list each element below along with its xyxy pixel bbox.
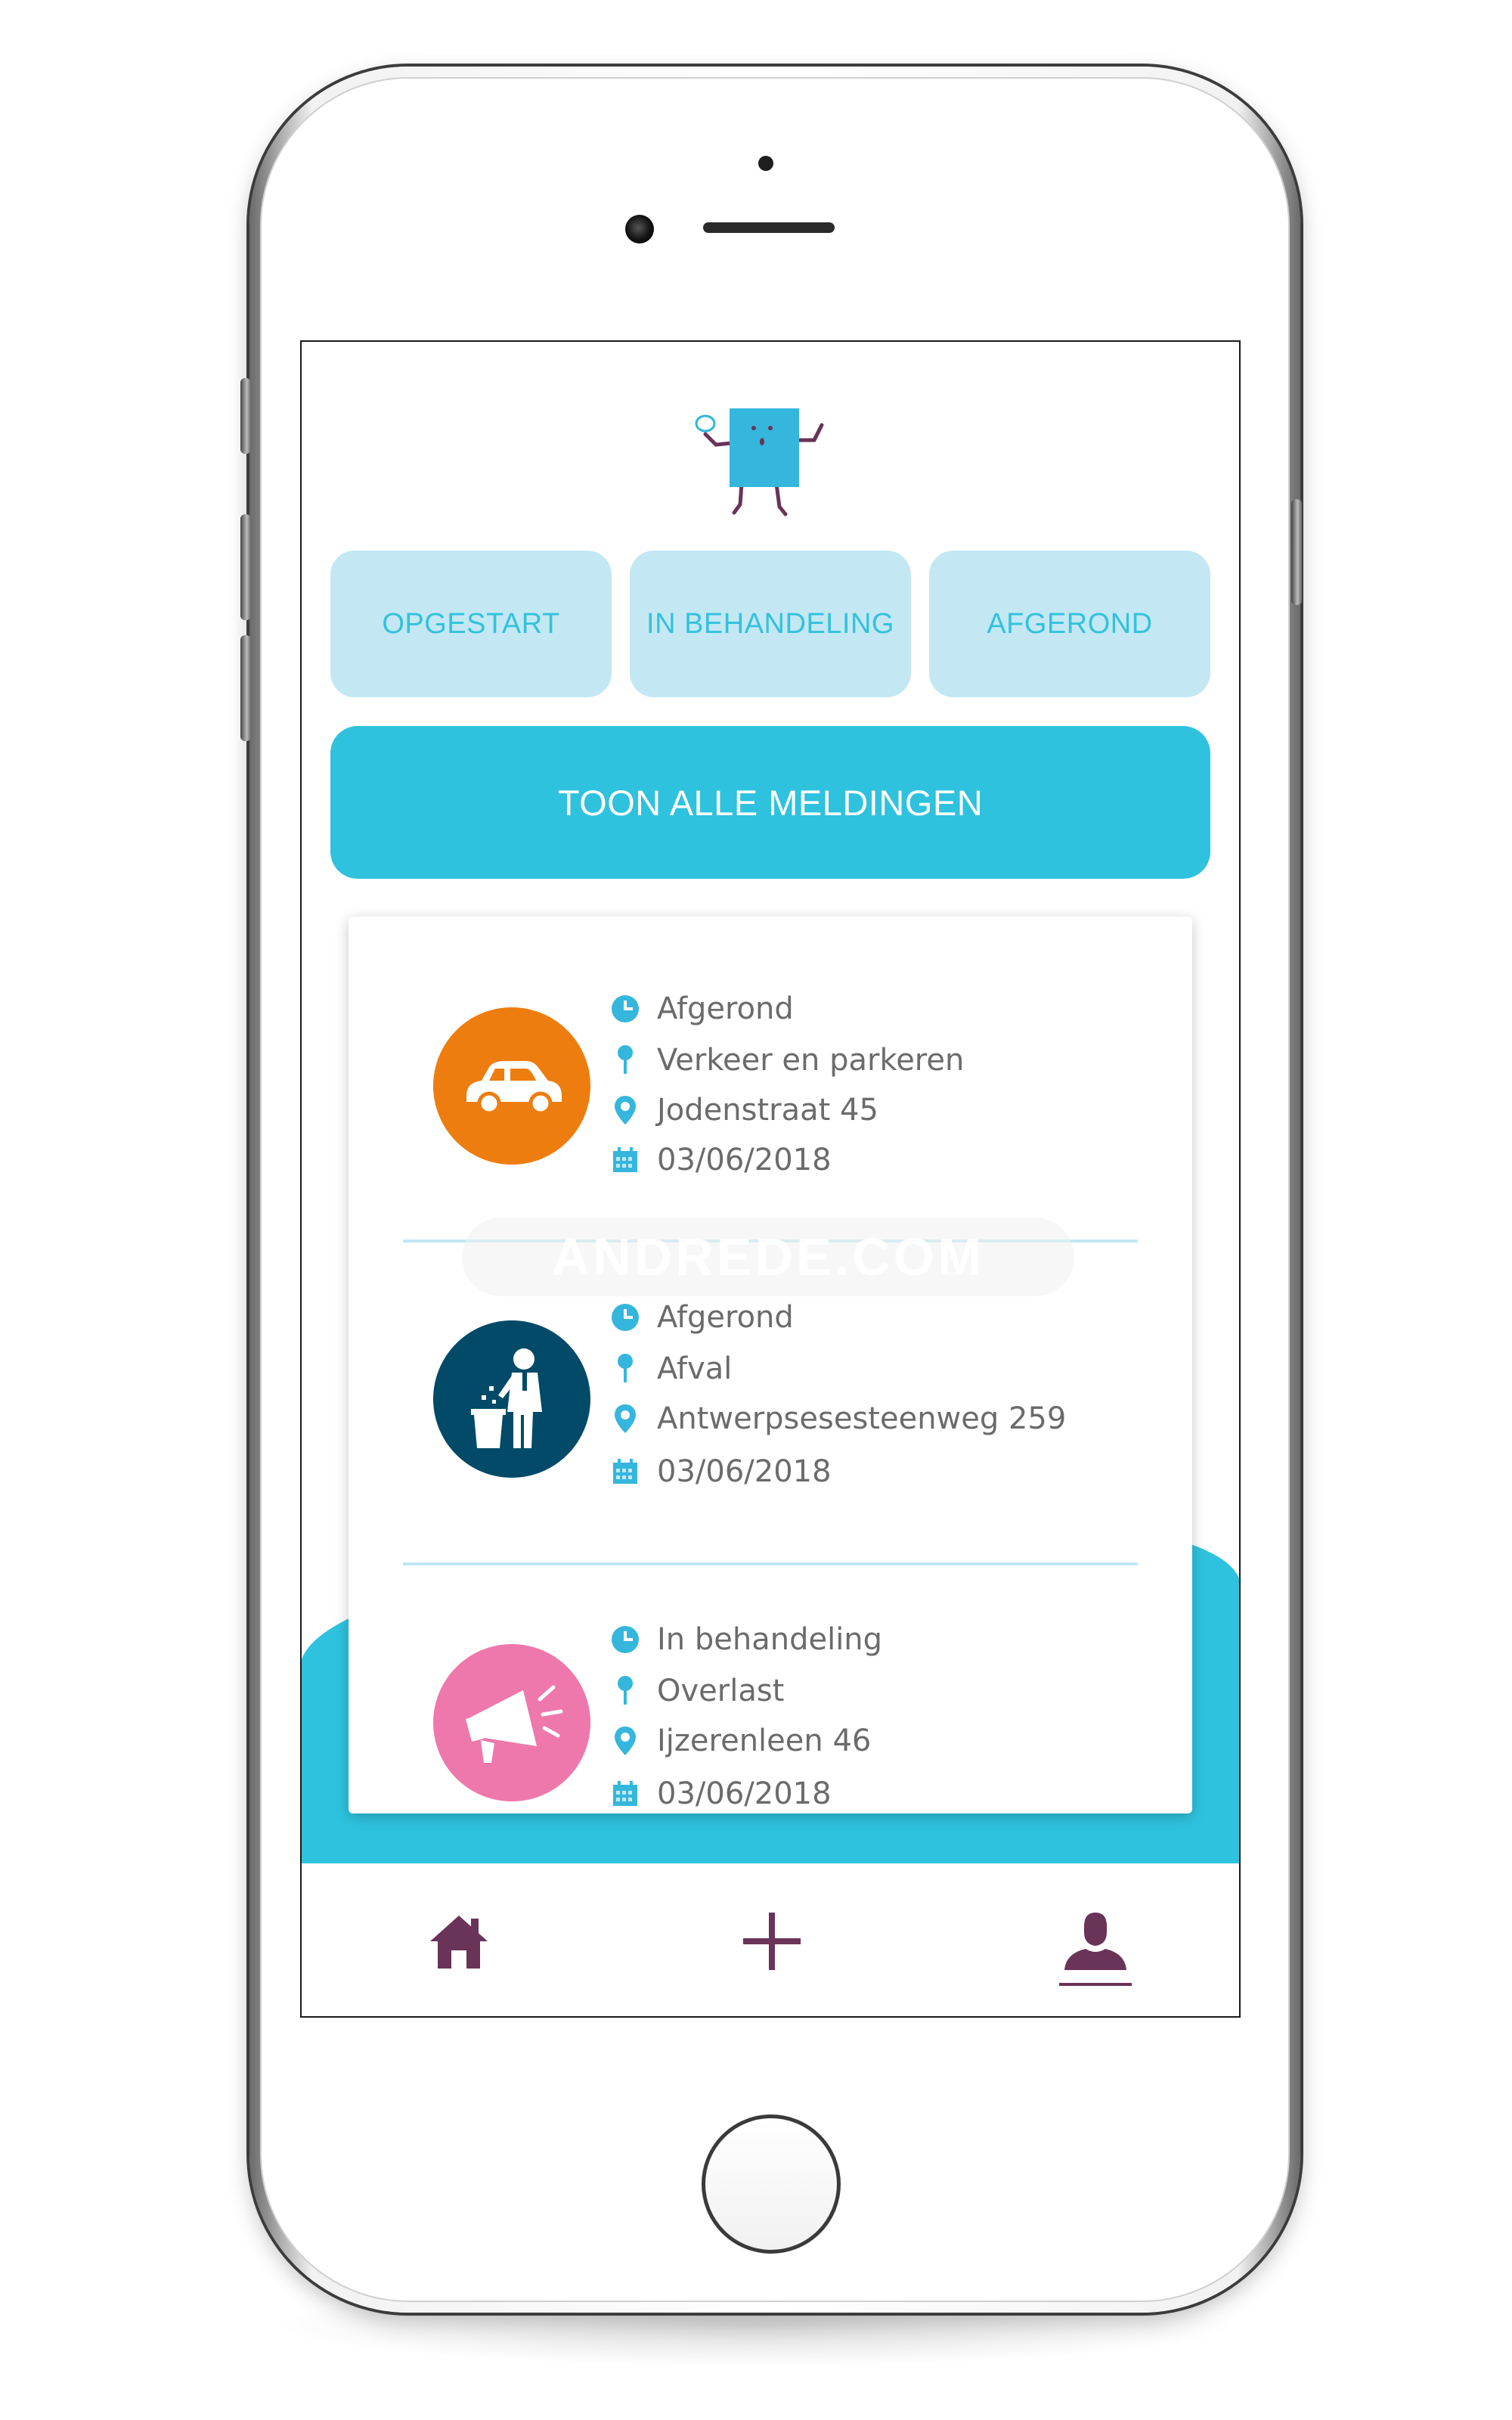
nav-profile-button[interactable] bbox=[1020, 1863, 1171, 2016]
report-category-text: Afval bbox=[657, 1351, 733, 1386]
report-category: Overlast bbox=[610, 1668, 784, 1714]
stage: OPGESTART IN BEHANDELING AFGEROND TOON A… bbox=[0, 0, 1512, 2420]
home-icon bbox=[430, 1916, 488, 1969]
filter-in-behandeling-button[interactable]: IN BEHANDELING bbox=[630, 551, 911, 697]
front-camera bbox=[625, 215, 654, 244]
profile-icon bbox=[1064, 1913, 1126, 1970]
nav-home-button[interactable] bbox=[383, 1863, 534, 2016]
report-item[interactable]: Afgerond Verkeer en parkeren Jodenstraat… bbox=[349, 917, 1192, 1219]
litter-icon bbox=[471, 1348, 542, 1448]
report-status: Afgerond bbox=[610, 986, 794, 1032]
report-status-text: Afgerond bbox=[657, 1300, 794, 1335]
reports-card: Afgerond Verkeer en parkeren Jodenstraat… bbox=[349, 917, 1192, 1813]
report-address-text: Ijzerenleen 46 bbox=[657, 1723, 872, 1758]
report-date: 03/06/2018 bbox=[610, 1449, 832, 1494]
report-status: In behandeling bbox=[610, 1617, 882, 1662]
report-address-text: Jodenstraat 45 bbox=[657, 1093, 878, 1128]
mascot-icon bbox=[695, 408, 824, 517]
pin-icon bbox=[610, 1044, 640, 1077]
report-address-text: Antwerpsesesteenweg 259 bbox=[657, 1401, 1067, 1436]
pin-icon bbox=[610, 1674, 640, 1708]
clock-icon bbox=[610, 992, 640, 1025]
report-category-badge bbox=[433, 1007, 590, 1165]
calendar-icon bbox=[610, 1777, 640, 1810]
report-category-badge bbox=[433, 1644, 590, 1801]
report-address: Ijzerenleen 46 bbox=[610, 1718, 871, 1764]
calendar-icon bbox=[610, 1455, 640, 1488]
phone-home-button[interactable] bbox=[702, 2114, 841, 2254]
location-marker-icon bbox=[610, 1094, 640, 1127]
megaphone-icon bbox=[466, 1685, 563, 1763]
volume-down-button bbox=[240, 635, 251, 741]
report-address: Jodenstraat 45 bbox=[610, 1087, 878, 1133]
report-category: Verkeer en parkeren bbox=[610, 1038, 964, 1083]
clock-icon bbox=[610, 1301, 640, 1334]
nav-add-report-button[interactable] bbox=[696, 1863, 847, 2016]
calendar-icon bbox=[610, 1143, 640, 1177]
show-all-reports-button[interactable]: TOON ALLE MELDINGEN bbox=[330, 726, 1210, 879]
status-filter-row: OPGESTART IN BEHANDELING AFGEROND bbox=[330, 551, 1210, 697]
app-screen: OPGESTART IN BEHANDELING AFGEROND TOON A… bbox=[300, 340, 1241, 2018]
location-marker-icon bbox=[610, 1402, 640, 1435]
volume-up-button bbox=[240, 514, 251, 620]
report-status-text: In behandeling bbox=[657, 1622, 883, 1657]
report-category: Afval bbox=[610, 1346, 732, 1392]
pin-icon bbox=[610, 1352, 640, 1385]
report-status-text: Afgerond bbox=[657, 991, 794, 1026]
report-item[interactable]: Afgerond Afval Antwerpsesesteenweg 259 0… bbox=[349, 1234, 1192, 1537]
report-date: 03/06/2018 bbox=[610, 1771, 832, 1813]
car-icon bbox=[466, 1061, 562, 1115]
report-category-text: Overlast bbox=[657, 1674, 785, 1708]
filter-afgerond-button[interactable]: AFGEROND bbox=[929, 551, 1210, 697]
report-category-badge bbox=[433, 1320, 590, 1478]
clock-icon bbox=[610, 1623, 640, 1656]
bottom-navigation bbox=[302, 1863, 1239, 2016]
report-status: Afgerond bbox=[610, 1295, 794, 1340]
report-date-text: 03/06/2018 bbox=[657, 1454, 832, 1489]
earpiece-speaker bbox=[703, 222, 835, 233]
proximity-sensor bbox=[758, 156, 773, 171]
report-date-text: 03/06/2018 bbox=[657, 1776, 832, 1811]
filter-opgestart-button[interactable]: OPGESTART bbox=[330, 551, 612, 697]
report-date-text: 03/06/2018 bbox=[657, 1143, 832, 1177]
report-category-text: Verkeer en parkeren bbox=[657, 1043, 965, 1078]
report-date: 03/06/2018 bbox=[610, 1137, 832, 1183]
add-icon bbox=[743, 1913, 801, 1970]
power-button bbox=[1291, 499, 1302, 605]
report-item[interactable]: In behandeling Overlast Ijzerenleen 46 0… bbox=[349, 1559, 1192, 1813]
location-marker-icon bbox=[610, 1724, 640, 1758]
report-address: Antwerpsesesteenweg 259 bbox=[610, 1396, 1066, 1441]
nav-active-indicator bbox=[1059, 1983, 1132, 1986]
mute-switch bbox=[240, 378, 251, 454]
